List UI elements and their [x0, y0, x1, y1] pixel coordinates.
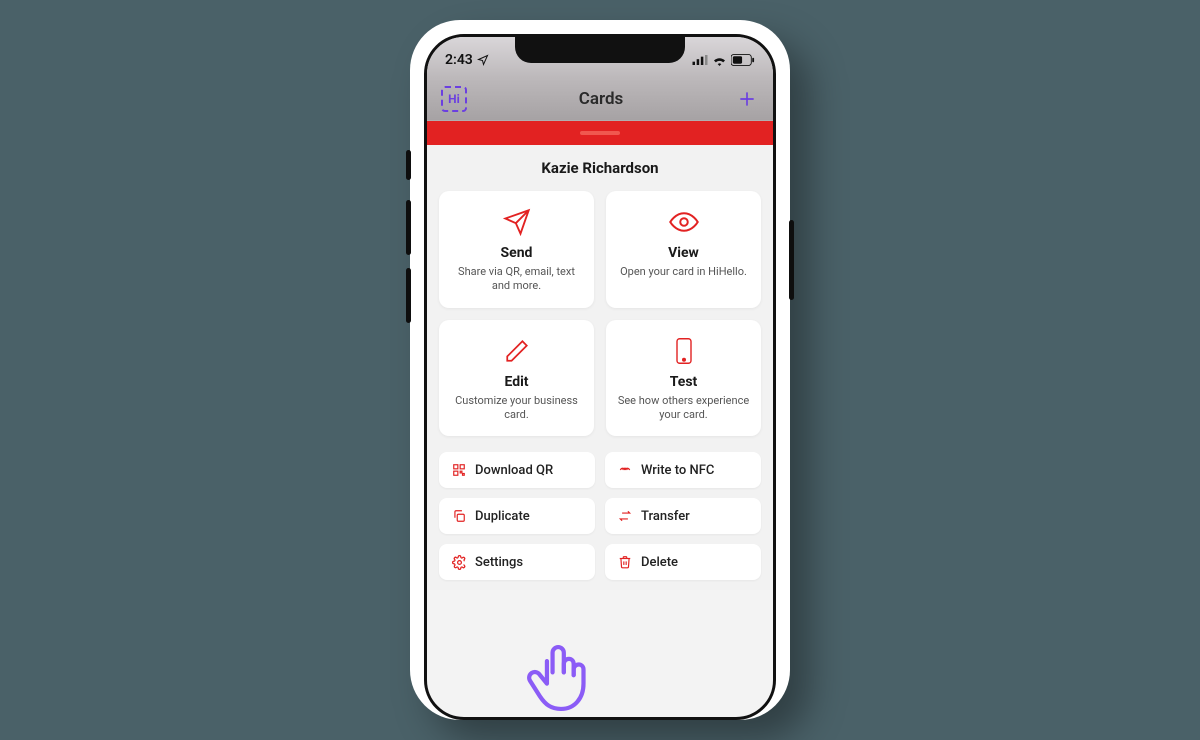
download-qr-label: Download QR — [475, 463, 553, 478]
write-nfc-label: Write to NFC — [641, 463, 714, 478]
settings-button[interactable]: Settings — [439, 544, 595, 580]
transfer-label: Transfer — [641, 509, 690, 524]
duplicate-label: Duplicate — [475, 509, 530, 524]
wifi-icon — [712, 55, 727, 66]
test-subtitle: See how others experience your card. — [616, 394, 751, 423]
trash-icon — [617, 554, 633, 570]
view-tile[interactable]: View Open your card in HiHello. — [606, 191, 761, 308]
transfer-button[interactable]: Transfer — [605, 498, 761, 534]
location-icon — [477, 54, 489, 66]
test-title: Test — [616, 374, 751, 390]
download-qr-button[interactable]: Download QR — [439, 452, 595, 488]
status-time: 2:43 — [445, 52, 473, 68]
phone-frame: 2:43 Hi Cards — [410, 20, 790, 720]
edit-tile[interactable]: Edit Customize your business card. — [439, 320, 594, 437]
notch — [515, 37, 685, 63]
nav-bar: Hi Cards — [427, 77, 773, 121]
send-tile[interactable]: Send Share via QR, email, text and more. — [439, 191, 594, 308]
test-tile[interactable]: Test See how others experience your card… — [606, 320, 761, 437]
edit-title: Edit — [449, 374, 584, 390]
nfc-icon — [617, 462, 633, 478]
add-button[interactable] — [735, 87, 759, 111]
battery-icon — [731, 54, 755, 66]
sheet-drag-bar[interactable] — [427, 121, 773, 145]
mobile-icon — [669, 336, 699, 366]
eye-icon — [669, 207, 699, 237]
drag-handle-icon — [580, 131, 620, 135]
app-logo-button[interactable]: Hi — [441, 86, 467, 112]
transfer-icon — [617, 508, 633, 524]
plus-icon — [737, 89, 757, 109]
send-icon — [502, 207, 532, 237]
pencil-icon — [502, 336, 532, 366]
delete-label: Delete — [641, 555, 678, 570]
delete-button[interactable]: Delete — [605, 544, 761, 580]
gear-icon — [451, 554, 467, 570]
view-title: View — [616, 245, 751, 261]
duplicate-button[interactable]: Duplicate — [439, 498, 595, 534]
send-subtitle: Share via QR, email, text and more. — [449, 265, 584, 294]
copy-icon — [451, 508, 467, 524]
card-owner-name: Kazie Richardson — [439, 159, 761, 177]
send-title: Send — [449, 245, 584, 261]
write-nfc-button[interactable]: Write to NFC — [605, 452, 761, 488]
qr-icon — [451, 462, 467, 478]
signal-icon — [692, 55, 708, 65]
view-subtitle: Open your card in HiHello. — [616, 265, 751, 279]
nav-title: Cards — [579, 89, 624, 109]
settings-label: Settings — [475, 555, 523, 570]
edit-subtitle: Customize your business card. — [449, 394, 584, 423]
card-actions-sheet: Kazie Richardson Send Share via QR, emai… — [427, 121, 773, 590]
